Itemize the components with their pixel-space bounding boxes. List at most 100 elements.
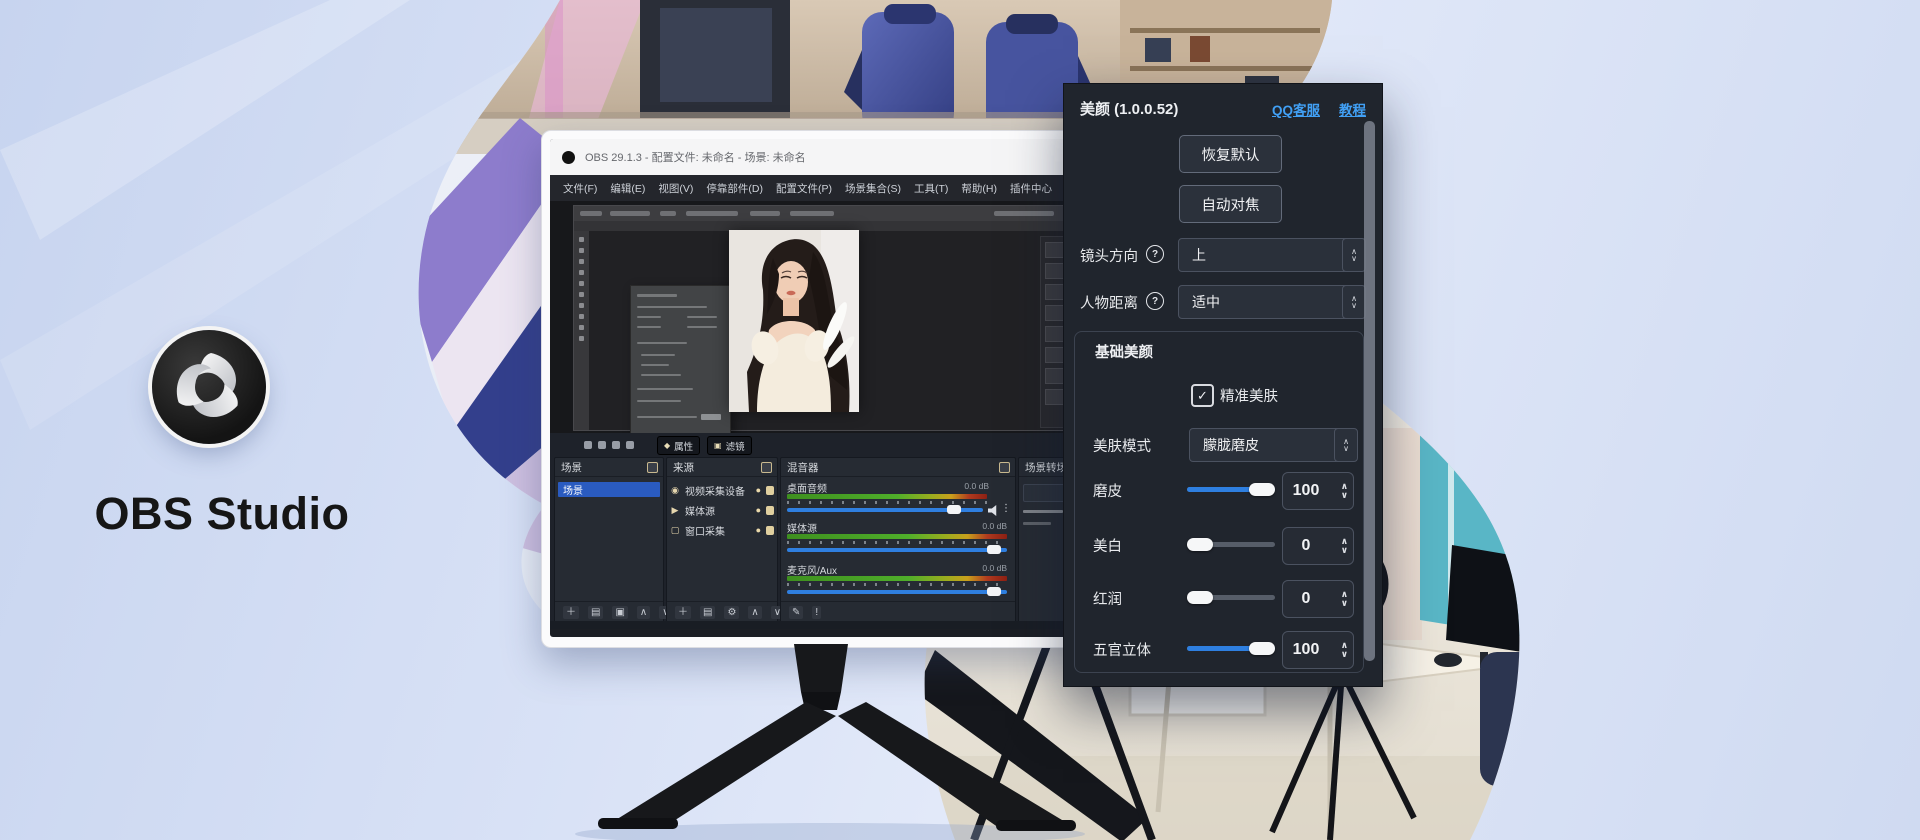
skin-mode-stepper[interactable]: ∧ ∨: [1334, 428, 1358, 462]
panel-icon: ▣: [714, 441, 722, 450]
auto-focus-button[interactable]: 自动对焦: [1179, 185, 1282, 223]
meter-ticks: [787, 541, 1007, 544]
slider-handle[interactable]: [1187, 591, 1213, 604]
obs-dock-tabrow: ◆ 属性 ▣ 滤镜: [550, 433, 1083, 457]
facial-3d-value[interactable]: 100 ∧∨: [1282, 631, 1354, 669]
remove-source-icon[interactable]: ▤: [700, 606, 715, 619]
source-properties-icon[interactable]: ⚙: [724, 606, 739, 619]
obs-status-bar: [550, 621, 1083, 629]
lock-icon[interactable]: [766, 486, 774, 495]
source-row[interactable]: ▢ 窗口采集 ●: [670, 522, 774, 538]
pen-icon[interactable]: ✎: [789, 606, 803, 619]
add-scene-icon[interactable]: ＋: [563, 606, 579, 619]
transition-row: [1023, 522, 1051, 525]
media-source-icon: ▶: [670, 505, 680, 516]
help-icon[interactable]: ?: [1146, 292, 1164, 310]
alert-icon[interactable]: !: [812, 606, 821, 619]
tutorial-link[interactable]: 教程: [1339, 99, 1366, 119]
dock-mini-icon[interactable]: [612, 441, 620, 449]
slider-handle[interactable]: [1249, 483, 1275, 496]
chevron-down-icon: ∨: [1343, 445, 1349, 452]
menu-plugin-center[interactable]: 插件中心: [1010, 181, 1052, 196]
menu-edit[interactable]: 编辑(E): [610, 181, 645, 196]
menu-help[interactable]: 帮助(H): [961, 181, 997, 196]
visibility-eye-icon[interactable]: ●: [756, 525, 761, 535]
filters-button[interactable]: ▣ 滤镜: [707, 436, 752, 455]
person-distance-select[interactable]: 适中: [1178, 285, 1353, 319]
smoothing-slider[interactable]: [1187, 487, 1275, 492]
rosy-value[interactable]: 0 ∧∨: [1282, 580, 1354, 618]
popout-icon[interactable]: [647, 462, 658, 473]
slider-handle[interactable]: [1187, 538, 1213, 551]
meter-ticks: [787, 583, 1007, 586]
mixer-channel-db: 0.0 dB: [964, 481, 989, 491]
chevron-down-icon: ∨: [1351, 255, 1357, 262]
duplicate-scene-icon[interactable]: ▣: [612, 606, 627, 619]
panel-scrollbar[interactable]: [1364, 121, 1375, 661]
camera-direction-stepper[interactable]: ∧ ∨: [1342, 238, 1366, 272]
source-row[interactable]: ▶ 媒体源 ●: [670, 502, 774, 518]
chevron-down-icon: ∨: [1351, 302, 1357, 309]
add-source-icon[interactable]: ＋: [675, 606, 691, 619]
precise-skin-checkbox[interactable]: ✓: [1191, 384, 1214, 407]
source-row[interactable]: ◉ 视频采集设备 ●: [670, 482, 774, 498]
obs-window-title: OBS 29.1.3 - 配置文件: 未命名 - 场景: 未命名: [585, 149, 806, 165]
volume-slider[interactable]: [787, 590, 1007, 594]
slider-handle[interactable]: [1249, 642, 1275, 655]
whitening-value[interactable]: 0 ∧∨: [1282, 527, 1354, 565]
help-icon[interactable]: ?: [1146, 245, 1164, 263]
transitions-panel-title: 场景转场: [1025, 460, 1067, 475]
visibility-eye-icon[interactable]: ●: [756, 505, 761, 515]
mixer-options-dots-icon[interactable]: ⋮: [1001, 503, 1011, 514]
visibility-eye-icon[interactable]: ●: [756, 485, 761, 495]
skin-mode-label: 美肤模式: [1093, 435, 1151, 456]
volume-handle[interactable]: [987, 587, 1001, 596]
obs-dock-area: ◆ 属性 ▣ 滤镜 场景 场景 ＋ ▤: [550, 433, 1083, 629]
scene-list-item[interactable]: 场景: [558, 482, 660, 497]
camera-direction-select[interactable]: 上: [1178, 238, 1353, 272]
beauty-filter-panel: 美颜 (1.0.0.52) QQ客服 教程 恢复默认 自动对焦 镜头方向 ? 上…: [1063, 83, 1383, 687]
volume-handle[interactable]: [947, 505, 961, 514]
facial-3d-slider[interactable]: [1187, 646, 1275, 651]
speaker-icon[interactable]: [988, 505, 999, 516]
whitening-slider[interactable]: [1187, 542, 1275, 547]
camera-source-icon: ◉: [670, 485, 680, 496]
person-distance-stepper[interactable]: ∧ ∨: [1342, 285, 1366, 319]
audio-mixer-panel: 混音器 桌面音频 0.0 dB ⋮ 媒体源 0.0 dB: [780, 457, 1016, 623]
transition-row: [1023, 510, 1063, 513]
beauty-panel-title: 美颜 (1.0.0.52): [1080, 98, 1178, 119]
skin-mode-select[interactable]: 朦胧磨皮: [1189, 428, 1345, 462]
smoothing-value[interactable]: 100 ∧∨: [1282, 472, 1354, 510]
page: OBS Studio OBS 29.1.3 - 配置文件: 未命名 - 场景: …: [0, 0, 1920, 840]
qq-support-link[interactable]: QQ客服: [1272, 99, 1320, 119]
volume-slider[interactable]: [787, 508, 983, 512]
volume-meter: [787, 576, 1007, 581]
restore-defaults-button[interactable]: 恢复默认: [1179, 135, 1282, 173]
move-up-icon[interactable]: ∧: [748, 606, 761, 619]
mixer-channel-db: 0.0 dB: [982, 563, 1007, 573]
chevron-down-icon: ∨: [1341, 650, 1348, 659]
menu-profile[interactable]: 配置文件(P): [776, 181, 832, 196]
lock-icon[interactable]: [766, 526, 774, 535]
volume-handle[interactable]: [987, 545, 1001, 554]
dock-mini-icon[interactable]: [598, 441, 606, 449]
popout-icon[interactable]: [999, 462, 1010, 473]
lock-icon[interactable]: [766, 506, 774, 515]
menu-file[interactable]: 文件(F): [563, 181, 597, 196]
meter-ticks: [787, 501, 987, 504]
move-up-icon[interactable]: ∧: [637, 606, 650, 619]
editor-options-bar: [574, 206, 1082, 222]
menu-docks[interactable]: 停靠部件(D): [706, 181, 763, 196]
chevron-down-icon: ∨: [1341, 546, 1348, 555]
rosy-slider[interactable]: [1187, 595, 1275, 600]
properties-button[interactable]: ◆ 属性: [657, 436, 700, 455]
menu-tools[interactable]: 工具(T): [914, 181, 948, 196]
remove-scene-icon[interactable]: ▤: [588, 606, 603, 619]
dock-mini-icon[interactable]: [584, 441, 592, 449]
dock-mini-icon[interactable]: [626, 441, 634, 449]
popout-icon[interactable]: [761, 462, 772, 473]
obs-titlebar-logo-icon: [562, 151, 575, 164]
menu-scene-collection[interactable]: 场景集合(S): [845, 181, 901, 196]
volume-slider[interactable]: [787, 548, 1007, 552]
menu-view[interactable]: 视图(V): [658, 181, 693, 196]
